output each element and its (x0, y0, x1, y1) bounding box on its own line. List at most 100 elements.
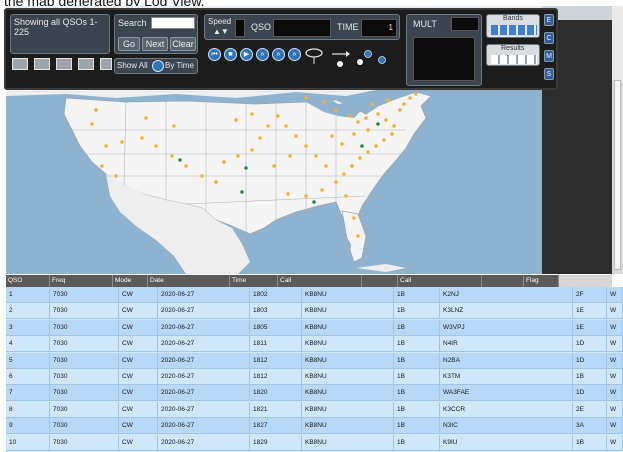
col-exch-2[interactable] (482, 275, 524, 287)
col-exch[interactable] (362, 275, 398, 287)
scrollbar-thumb[interactable] (614, 80, 621, 270)
table-row[interactable]: 5 7030 CW 2020-06-27 1812 KB8NU 1B N2BA 1D W (6, 352, 623, 369)
band-checkboxes[interactable] (491, 25, 537, 35)
table-cell: CW (119, 369, 158, 385)
toggle-radio-icon[interactable] (152, 60, 164, 72)
table-cell: WA3FAE (440, 385, 573, 402)
search-label: Search (118, 18, 147, 28)
table-cell: 2020-06-27 (158, 418, 250, 435)
search-input[interactable] (151, 17, 195, 29)
table-cell: W (607, 319, 623, 336)
table-cell: KB8NU (302, 401, 394, 418)
table-cell: K3CCR (440, 401, 573, 418)
table-row[interactable]: 6 7030 CW 2020-06-27 1812 KB8NU 1B K3TM 1B W (6, 369, 623, 385)
table-cell: KB8NU (302, 287, 394, 303)
mult-counter-display (451, 17, 479, 31)
col-qso[interactable]: QSO (6, 275, 50, 287)
table-cell: KB8NU (302, 369, 394, 385)
vertical-scrollbar[interactable] (612, 80, 623, 274)
table-cell: 1D (573, 336, 607, 353)
window-b-icon[interactable] (56, 58, 72, 70)
table-cell: 2020-06-27 (158, 369, 250, 385)
dot-small-icon (357, 59, 363, 65)
speed-arrows-icon[interactable]: ▲▼ (213, 27, 229, 36)
qso-counter-display (273, 19, 331, 37)
go-button[interactable]: Go (118, 37, 140, 51)
table-cell: K3TM (440, 369, 573, 385)
table-cell: CW (119, 434, 158, 451)
table-cell: 7030 (50, 385, 119, 402)
table-cell: W (607, 369, 623, 385)
show-all-label[interactable]: Show All (117, 61, 148, 70)
by-time-label[interactable]: By Time (165, 61, 194, 70)
side-button-s[interactable]: S (544, 68, 554, 80)
play-icon[interactable]: ▶ (240, 48, 253, 61)
table-row[interactable]: 8 7030 CW 2020-06-27 1821 KB8NU 1B K3CCR 2E W (6, 401, 623, 418)
fastest-icon[interactable]: » (288, 48, 301, 61)
col-time[interactable]: Time (230, 275, 278, 287)
time-label: TIME (337, 22, 359, 32)
clear-button[interactable]: Clear (170, 37, 196, 51)
table-cell: 7030 (50, 418, 119, 435)
table-cell: 7030 (50, 336, 119, 353)
faster-icon[interactable]: » (272, 48, 285, 61)
table-cell: CW (119, 352, 158, 369)
map-tool-icons[interactable] (304, 44, 400, 70)
table-cell: W (607, 385, 623, 402)
table-cell: 2020-06-27 (158, 434, 250, 451)
table-cell: KB8NU (302, 303, 394, 320)
table-row[interactable]: 10 7030 CW 2020-06-27 1829 KB8NU 1B K9IU 1B W (6, 434, 623, 451)
col-call-2[interactable]: Call (398, 275, 482, 287)
col-mode[interactable]: Mode (113, 275, 148, 287)
results-label: Results (501, 45, 525, 52)
col-flag[interactable]: Flag (524, 275, 559, 287)
table-row[interactable]: 2 7030 CW 2020-06-27 1803 KB8NU 1B K3LNZ 1E W (6, 303, 623, 320)
table-cell: 1D (573, 385, 607, 402)
table-row[interactable]: 1 7030 CW 2020-06-27 1802 KB8NU 1B K2NJ 2F W (6, 287, 623, 303)
table-cell: W3VPJ (440, 319, 573, 336)
table-cell: 1805 (250, 319, 302, 336)
stop-icon[interactable]: ■ (224, 48, 237, 61)
table-row[interactable]: 7 7030 CW 2020-06-27 1820 KB8NU 1B WA3FAE 1D W (6, 385, 623, 402)
table-row[interactable]: 9 7030 CW 2020-06-27 1827 KB8NU 1B N3IC 3A W (6, 418, 623, 435)
table-cell: 3A (573, 418, 607, 435)
fast-forward-icon[interactable]: » (256, 48, 269, 61)
table-cell: KB8NU (302, 418, 394, 435)
table-cell: 1829 (250, 434, 302, 451)
col-call[interactable]: Call (278, 275, 362, 287)
side-button-c[interactable]: C (544, 32, 554, 44)
speed-value-display (235, 19, 245, 37)
side-button-m[interactable]: M (544, 50, 554, 62)
col-date[interactable]: Date (148, 275, 230, 287)
table-cell: 1B (394, 287, 440, 303)
next-button[interactable]: Next (142, 37, 168, 51)
window-d-icon[interactable] (100, 58, 112, 70)
table-cell: K9IU (440, 434, 573, 451)
table-row[interactable]: 3 7030 CW 2020-06-27 1805 KB8NU 1B W3VPJ 1E W (6, 319, 623, 336)
table-cell: CW (119, 319, 158, 336)
table-cell: 1827 (250, 418, 302, 435)
table-cell: KB8NU (302, 352, 394, 369)
window-c-icon[interactable] (78, 58, 94, 70)
speed-panel: Speed ▲▼ QSO TIME 1 (204, 14, 400, 40)
table-cell: W (607, 303, 623, 320)
table-cell: 5 (6, 352, 50, 369)
result-checkboxes[interactable] (491, 55, 537, 64)
table-cell: 1B (394, 336, 440, 353)
table-cell: 7030 (50, 434, 119, 451)
home-icon[interactable] (12, 58, 28, 70)
table-cell: K2NJ (440, 287, 573, 303)
skip-back-icon[interactable]: ⏮ (208, 48, 221, 61)
side-button-top[interactable]: E (544, 14, 554, 26)
status-panel: Showing all QSOs 1-225 (10, 14, 110, 54)
table-cell: 8 (6, 401, 50, 418)
col-freq[interactable]: Freq (50, 275, 113, 287)
land-cuba (356, 264, 406, 272)
table-cell: CW (119, 385, 158, 402)
table-row[interactable]: 4 7030 CW 2020-06-27 1811 KB8NU 1B N4IR 1D W (6, 336, 623, 353)
table-cell: 1B (394, 369, 440, 385)
dot-icon (337, 61, 343, 67)
status-text: Showing all QSOs 1-225 (14, 17, 98, 37)
table-cell: 1B (394, 352, 440, 369)
window-a-icon[interactable] (34, 58, 50, 70)
